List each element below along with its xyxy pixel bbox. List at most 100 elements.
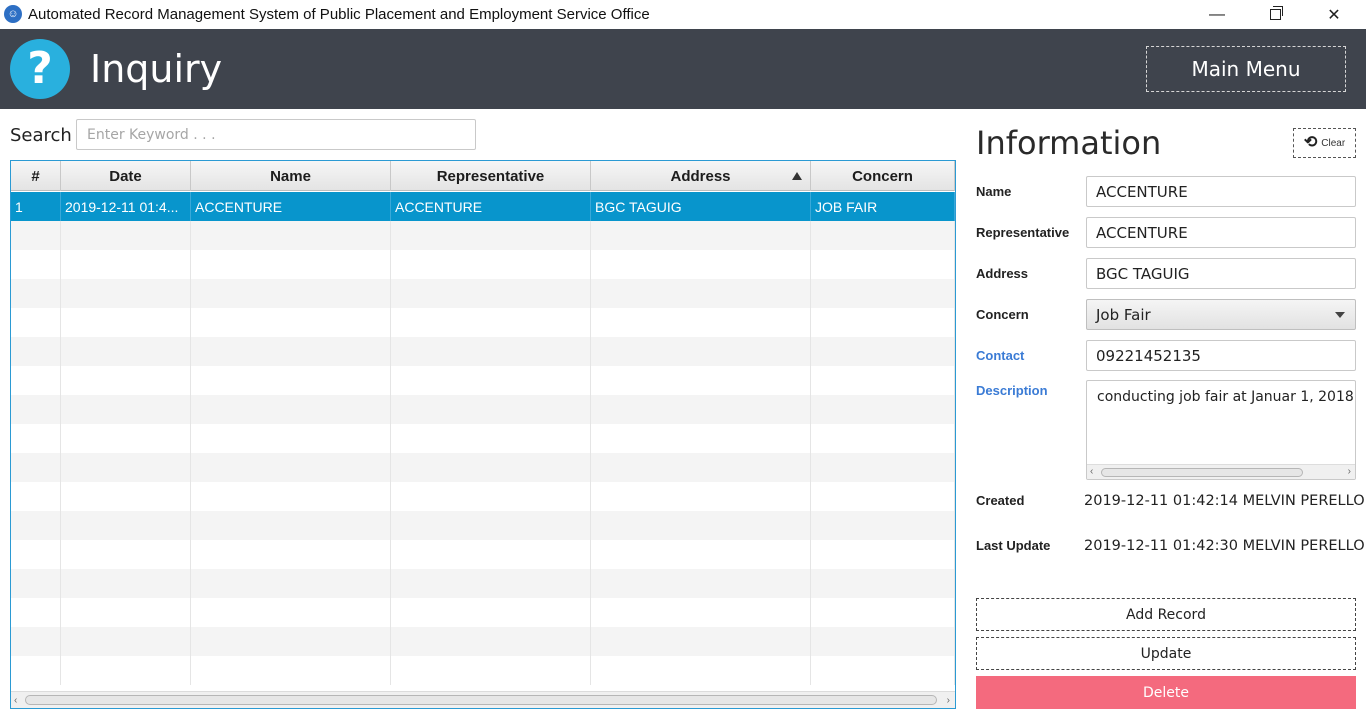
table-cell: [11, 598, 61, 627]
search-label: Search: [10, 125, 72, 146]
name-field[interactable]: ACCENTURE: [1086, 176, 1356, 207]
table-row[interactable]: [11, 424, 955, 453]
table-cell: [811, 598, 955, 627]
column-header-representative[interactable]: Representative: [391, 161, 591, 191]
table-cell: [811, 540, 955, 569]
table-row[interactable]: [11, 598, 955, 627]
table-cell: [61, 482, 191, 511]
scroll-right-icon[interactable]: ›: [1348, 466, 1351, 477]
add-record-button[interactable]: Add Record: [976, 598, 1356, 631]
representative-field[interactable]: ACCENTURE: [1086, 217, 1356, 248]
table-cell: [11, 366, 61, 395]
table-cell: [391, 627, 591, 656]
table-cell: BGC TAGUIG: [591, 192, 811, 221]
table-cell: [61, 221, 191, 250]
restore-icon: [1269, 6, 1283, 20]
scroll-right-icon[interactable]: ›: [947, 695, 950, 706]
description-textarea[interactable]: conducting job fair at Januar 1, 2018 9:…: [1086, 380, 1356, 480]
table-row[interactable]: [11, 337, 955, 366]
table-horizontal-scrollbar[interactable]: ‹ ›: [11, 691, 955, 708]
close-button[interactable]: ✕: [1305, 0, 1363, 29]
table-row[interactable]: [11, 279, 955, 308]
table-cell: [61, 540, 191, 569]
table-cell: [811, 395, 955, 424]
search-input[interactable]: [76, 119, 476, 150]
description-horizontal-scrollbar[interactable]: ‹ ›: [1087, 464, 1355, 479]
table-cell: [591, 337, 811, 366]
table-cell: [11, 337, 61, 366]
column-header-label: Concern: [852, 167, 913, 185]
table-cell: [591, 221, 811, 250]
column-header-date[interactable]: Date: [61, 161, 191, 191]
close-icon: ✕: [1327, 6, 1341, 24]
table-row[interactable]: [11, 250, 955, 279]
concern-selected-value: Job Fair: [1096, 305, 1151, 324]
table-cell: [591, 598, 811, 627]
contact-field[interactable]: 09221452135: [1086, 340, 1356, 371]
inquiry-table[interactable]: # Date Name Representative Address Conce…: [10, 160, 956, 709]
table-row[interactable]: [11, 511, 955, 540]
window-titlebar: ☺ Automated Record Management System of …: [0, 0, 1366, 29]
minimize-button[interactable]: —: [1188, 0, 1246, 29]
table-cell: ACCENTURE: [191, 192, 391, 221]
table-cell: [11, 482, 61, 511]
clear-button[interactable]: ⟲ Clear: [1293, 128, 1356, 158]
delete-button[interactable]: Delete: [976, 676, 1356, 709]
column-header-number[interactable]: #: [11, 161, 61, 191]
table-cell: [391, 540, 591, 569]
table-cell: [61, 250, 191, 279]
table-row[interactable]: [11, 540, 955, 569]
scroll-left-icon[interactable]: ‹: [14, 695, 17, 706]
table-cell: [191, 482, 391, 511]
column-header-name[interactable]: Name: [191, 161, 391, 191]
table-cell: [11, 627, 61, 656]
table-row[interactable]: [11, 395, 955, 424]
table-cell: [591, 482, 811, 511]
table-cell: [391, 366, 591, 395]
table-cell: [591, 627, 811, 656]
table-cell: 2019-12-11 01:4...: [61, 192, 191, 221]
table-cell: [391, 656, 591, 685]
table-row[interactable]: [11, 221, 955, 250]
update-button[interactable]: Update: [976, 637, 1356, 670]
app-icon: ☺: [4, 5, 22, 23]
scrollbar-thumb[interactable]: [1101, 468, 1303, 477]
table-cell: [61, 511, 191, 540]
table-cell: [811, 482, 955, 511]
main-menu-button[interactable]: Main Menu: [1146, 46, 1346, 92]
column-header-label: Name: [270, 167, 311, 185]
scroll-left-icon[interactable]: ‹: [1090, 466, 1093, 477]
table-row[interactable]: [11, 366, 955, 395]
concern-select[interactable]: Job Fair: [1086, 299, 1356, 330]
scrollbar-thumb[interactable]: [25, 695, 937, 705]
table-row[interactable]: [11, 569, 955, 598]
maximize-button[interactable]: [1246, 0, 1304, 29]
table-cell: [591, 569, 811, 598]
table-row[interactable]: [11, 656, 955, 685]
table-row[interactable]: [11, 308, 955, 337]
table-cell: [811, 279, 955, 308]
table-row[interactable]: [11, 482, 955, 511]
last-update-value: 2019-12-11 01:42:30 MELVIN PERELLO: [1084, 538, 1365, 554]
table-cell: [11, 221, 61, 250]
table-cell: [11, 424, 61, 453]
table-cell: [191, 308, 391, 337]
table-cell: [191, 540, 391, 569]
table-row[interactable]: [11, 453, 955, 482]
table-cell: [811, 453, 955, 482]
column-header-concern[interactable]: Concern: [811, 161, 955, 191]
refresh-icon: ⟲: [1303, 134, 1318, 151]
address-field[interactable]: BGC TAGUIG: [1086, 258, 1356, 289]
table-cell: [191, 656, 391, 685]
table-cell: [191, 337, 391, 366]
table-cell: 1: [11, 192, 61, 221]
column-header-address[interactable]: Address: [591, 161, 811, 191]
description-text: conducting job fair at Januar 1, 2018 9:…: [1097, 389, 1356, 405]
table-cell: [191, 598, 391, 627]
table-cell: [391, 279, 591, 308]
table-cell: [591, 453, 811, 482]
table-cell: [591, 250, 811, 279]
table-cell: [11, 540, 61, 569]
table-row[interactable]: [11, 627, 955, 656]
table-row[interactable]: 1 2019-12-11 01:4... ACCENTURE ACCENTURE BGC…: [11, 192, 955, 221]
